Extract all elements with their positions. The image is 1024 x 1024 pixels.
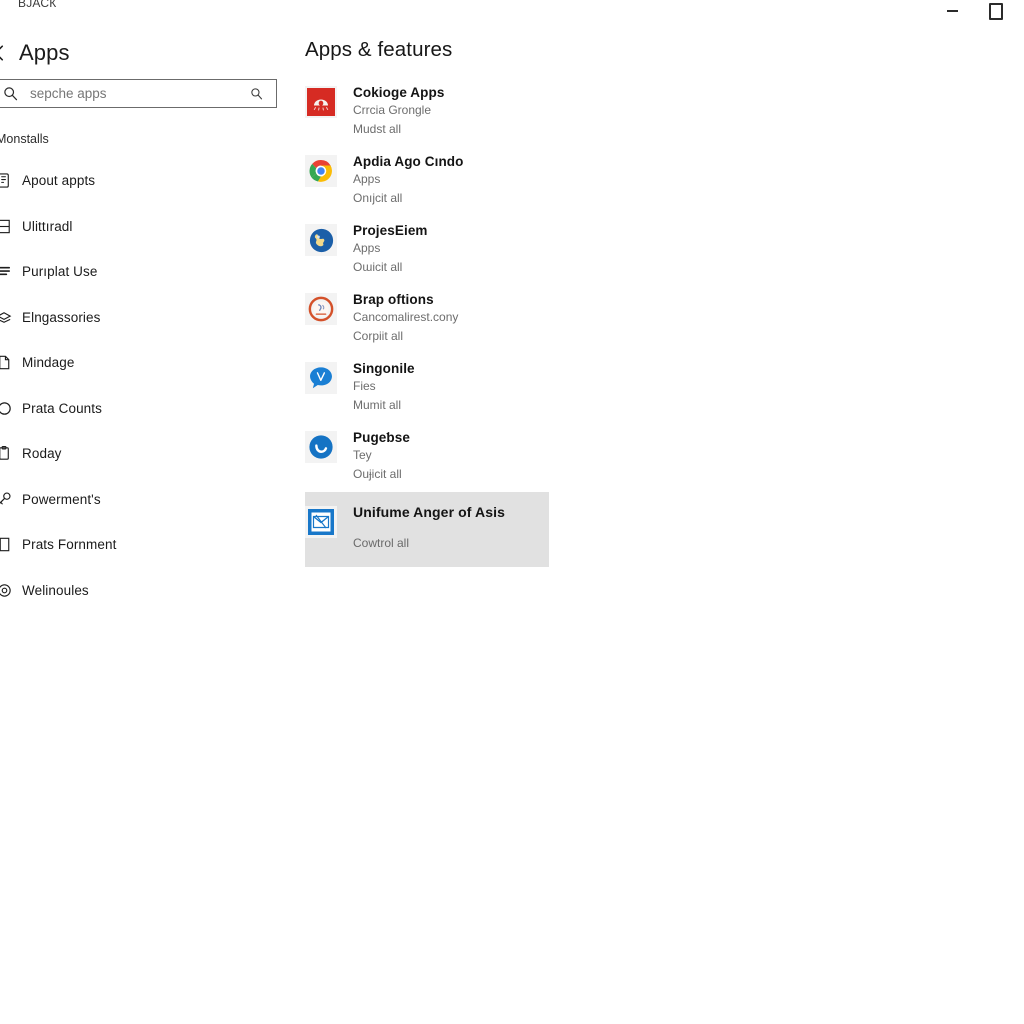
apps-icon <box>0 173 9 188</box>
section-title: Apps & features <box>305 38 453 61</box>
app-name: Singonile <box>353 361 415 376</box>
sidebar-item-label: Prats Fornment <box>22 537 117 553</box>
page-icon <box>0 538 10 552</box>
app-name: Apdia Ago Cındo <box>353 154 464 169</box>
lines-icon <box>0 267 11 276</box>
app-text-block: Cokioge Apps Crrcia Grongle Mudst all <box>353 84 444 139</box>
app-icon-tile <box>305 86 337 118</box>
app-icon-tile <box>305 293 337 325</box>
red-app-icon <box>307 88 335 116</box>
app-name: ProjesЕiem <box>353 223 428 238</box>
app-list-item[interactable]: Pugeƅse Tey Ouɉicit all <box>305 423 549 492</box>
app-text-block: Singonile Fies Mumit all <box>353 360 415 415</box>
sidebar-item-label: Ulittıradl <box>22 218 73 234</box>
app-publisher: Fies <box>353 379 376 393</box>
sidebar-item-prata-counts[interactable]: Prata Counts <box>0 386 300 432</box>
clipboard-icon <box>0 446 9 460</box>
sidebar-item-label: Powerment's <box>22 491 101 507</box>
app-icon-tile <box>305 362 337 394</box>
sidebar-item-label: Mindage <box>22 355 75 371</box>
app-text-block: Brap oftions Cancomalirest.cony Corpiit … <box>353 291 458 346</box>
document-icon <box>0 356 10 370</box>
sidebar: Apps Monstalls Apout appts Ulittıradl <box>0 30 300 1024</box>
list-icon <box>0 219 10 233</box>
window-app-label: ВЈАСК <box>18 0 57 10</box>
app-publisher: Cancomalirest.cony <box>353 310 459 324</box>
app-meta: Mumit all <box>353 398 402 412</box>
sidebar-item-prats-fornment[interactable]: Prats Fornment <box>0 522 300 568</box>
page-title: Apps <box>19 40 70 65</box>
sidebar-item-label: Elngassories <box>22 309 101 325</box>
sidebar-item-apout-appts[interactable]: Apout appts <box>0 158 300 204</box>
app-list-item[interactable]: ProjesЕiem Apps Oɯicit all <box>305 216 549 285</box>
sidebar-item-label: Welinoules <box>22 582 89 598</box>
sidebar-item-label: Purıplat Use <box>22 264 98 280</box>
blue-bubble-icon <box>310 367 332 389</box>
app-name: Unifume Anger of Asis <box>353 504 505 520</box>
blue-square-mail-icon <box>308 509 334 535</box>
app-list-item[interactable]: Apdia Ago Cındo Apps Onıjcit all <box>305 147 549 216</box>
app-name: Pugeƅse <box>353 430 410 445</box>
minimize-icon <box>946 10 958 12</box>
sidebar-item-label: Roday <box>22 446 62 462</box>
app-text-block: Unifume Anger of Asis Cowtrol all <box>353 504 505 553</box>
blue-check-circle-icon <box>309 435 333 459</box>
search-icon <box>4 87 18 101</box>
app-publisher: Tey <box>353 448 372 462</box>
sidebar-nav-list: Apout appts Ulittıradl Purıplat Use Elng… <box>0 158 300 613</box>
ring-icon <box>0 584 11 597</box>
sidebar-item-powerments[interactable]: Powerment's <box>0 477 300 523</box>
minimize-button[interactable] <box>930 0 974 22</box>
stack-icon <box>0 311 12 323</box>
search-submit-icon[interactable] <box>250 87 264 101</box>
app-meta: Corpiit all <box>353 329 404 343</box>
app-text-block: Apdia Ago Cındo Apps Onıjcit all <box>353 153 463 208</box>
main-content: Apps & features Cokioge Apps Crrcia Gron… <box>305 30 925 567</box>
app-publisher: Apps <box>353 241 381 255</box>
app-list-item[interactable]: Singonile Fies Mumit all <box>305 354 549 423</box>
sidebar-item-puriplat-use[interactable]: Purıplat Use <box>0 249 300 295</box>
app-list-item[interactable]: Brap oftions Cancomalirest.cony Corpiit … <box>305 285 549 354</box>
sidebar-item-ulittiradl[interactable]: Ulittıradl <box>0 204 300 250</box>
app-meta: Oɯicit all <box>353 260 403 274</box>
app-icon-tile <box>305 224 337 256</box>
app-meta: Ouɉicit all <box>353 467 402 481</box>
app-publisher: Crrcia Grongle <box>353 103 432 117</box>
search-input[interactable] <box>18 86 250 101</box>
maximize-icon <box>989 2 1003 20</box>
apps-list: Cokioge Apps Crrcia Grongle Mudst all Ap… <box>305 78 549 567</box>
blue-globe-icon <box>309 228 333 252</box>
orange-ring-icon <box>308 296 334 322</box>
circle-icon <box>0 401 11 415</box>
chrome-icon <box>309 159 332 182</box>
maximize-button[interactable] <box>974 0 1018 22</box>
app-icon-tile <box>305 506 337 538</box>
sidebar-item-label: Apout appts <box>22 173 96 189</box>
app-text-block: Pugeƅse Tey Ouɉicit all <box>353 429 410 484</box>
app-publisher: Apps <box>353 172 381 186</box>
nav-section-label: Monstalls <box>0 132 49 146</box>
window-controls <box>930 0 1018 22</box>
sidebar-header: Apps <box>0 36 70 70</box>
app-meta: Cowtrol all <box>353 536 410 550</box>
app-list-item[interactable]: Cokioge Apps Crrcia Grongle Mudst all <box>305 78 549 147</box>
sidebar-item-elngassories[interactable]: Elngassories <box>0 295 300 341</box>
app-list-item-selected[interactable]: Unifume Anger of Asis Cowtrol all <box>305 492 549 567</box>
sidebar-item-label: Prata Counts <box>22 400 102 416</box>
app-meta: Onıjcit all <box>353 191 403 205</box>
app-icon-tile <box>305 155 337 187</box>
app-text-block: ProjesЕiem Apps Oɯicit all <box>353 222 428 277</box>
sidebar-item-roday[interactable]: Roday <box>0 431 300 477</box>
app-name: Brap oftions <box>353 292 434 307</box>
app-icon-tile <box>305 431 337 463</box>
app-name: Cokioge Apps <box>353 85 445 100</box>
search-box[interactable] <box>0 79 277 108</box>
window-titlebar: ВЈАСК <box>0 0 1024 30</box>
sidebar-item-mindage[interactable]: Mindage <box>0 340 300 386</box>
key-icon <box>0 492 11 505</box>
app-meta: Mudst all <box>353 122 402 136</box>
back-arrow-icon[interactable] <box>0 44 9 62</box>
sidebar-item-welinoules[interactable]: Welinoules <box>0 568 300 614</box>
